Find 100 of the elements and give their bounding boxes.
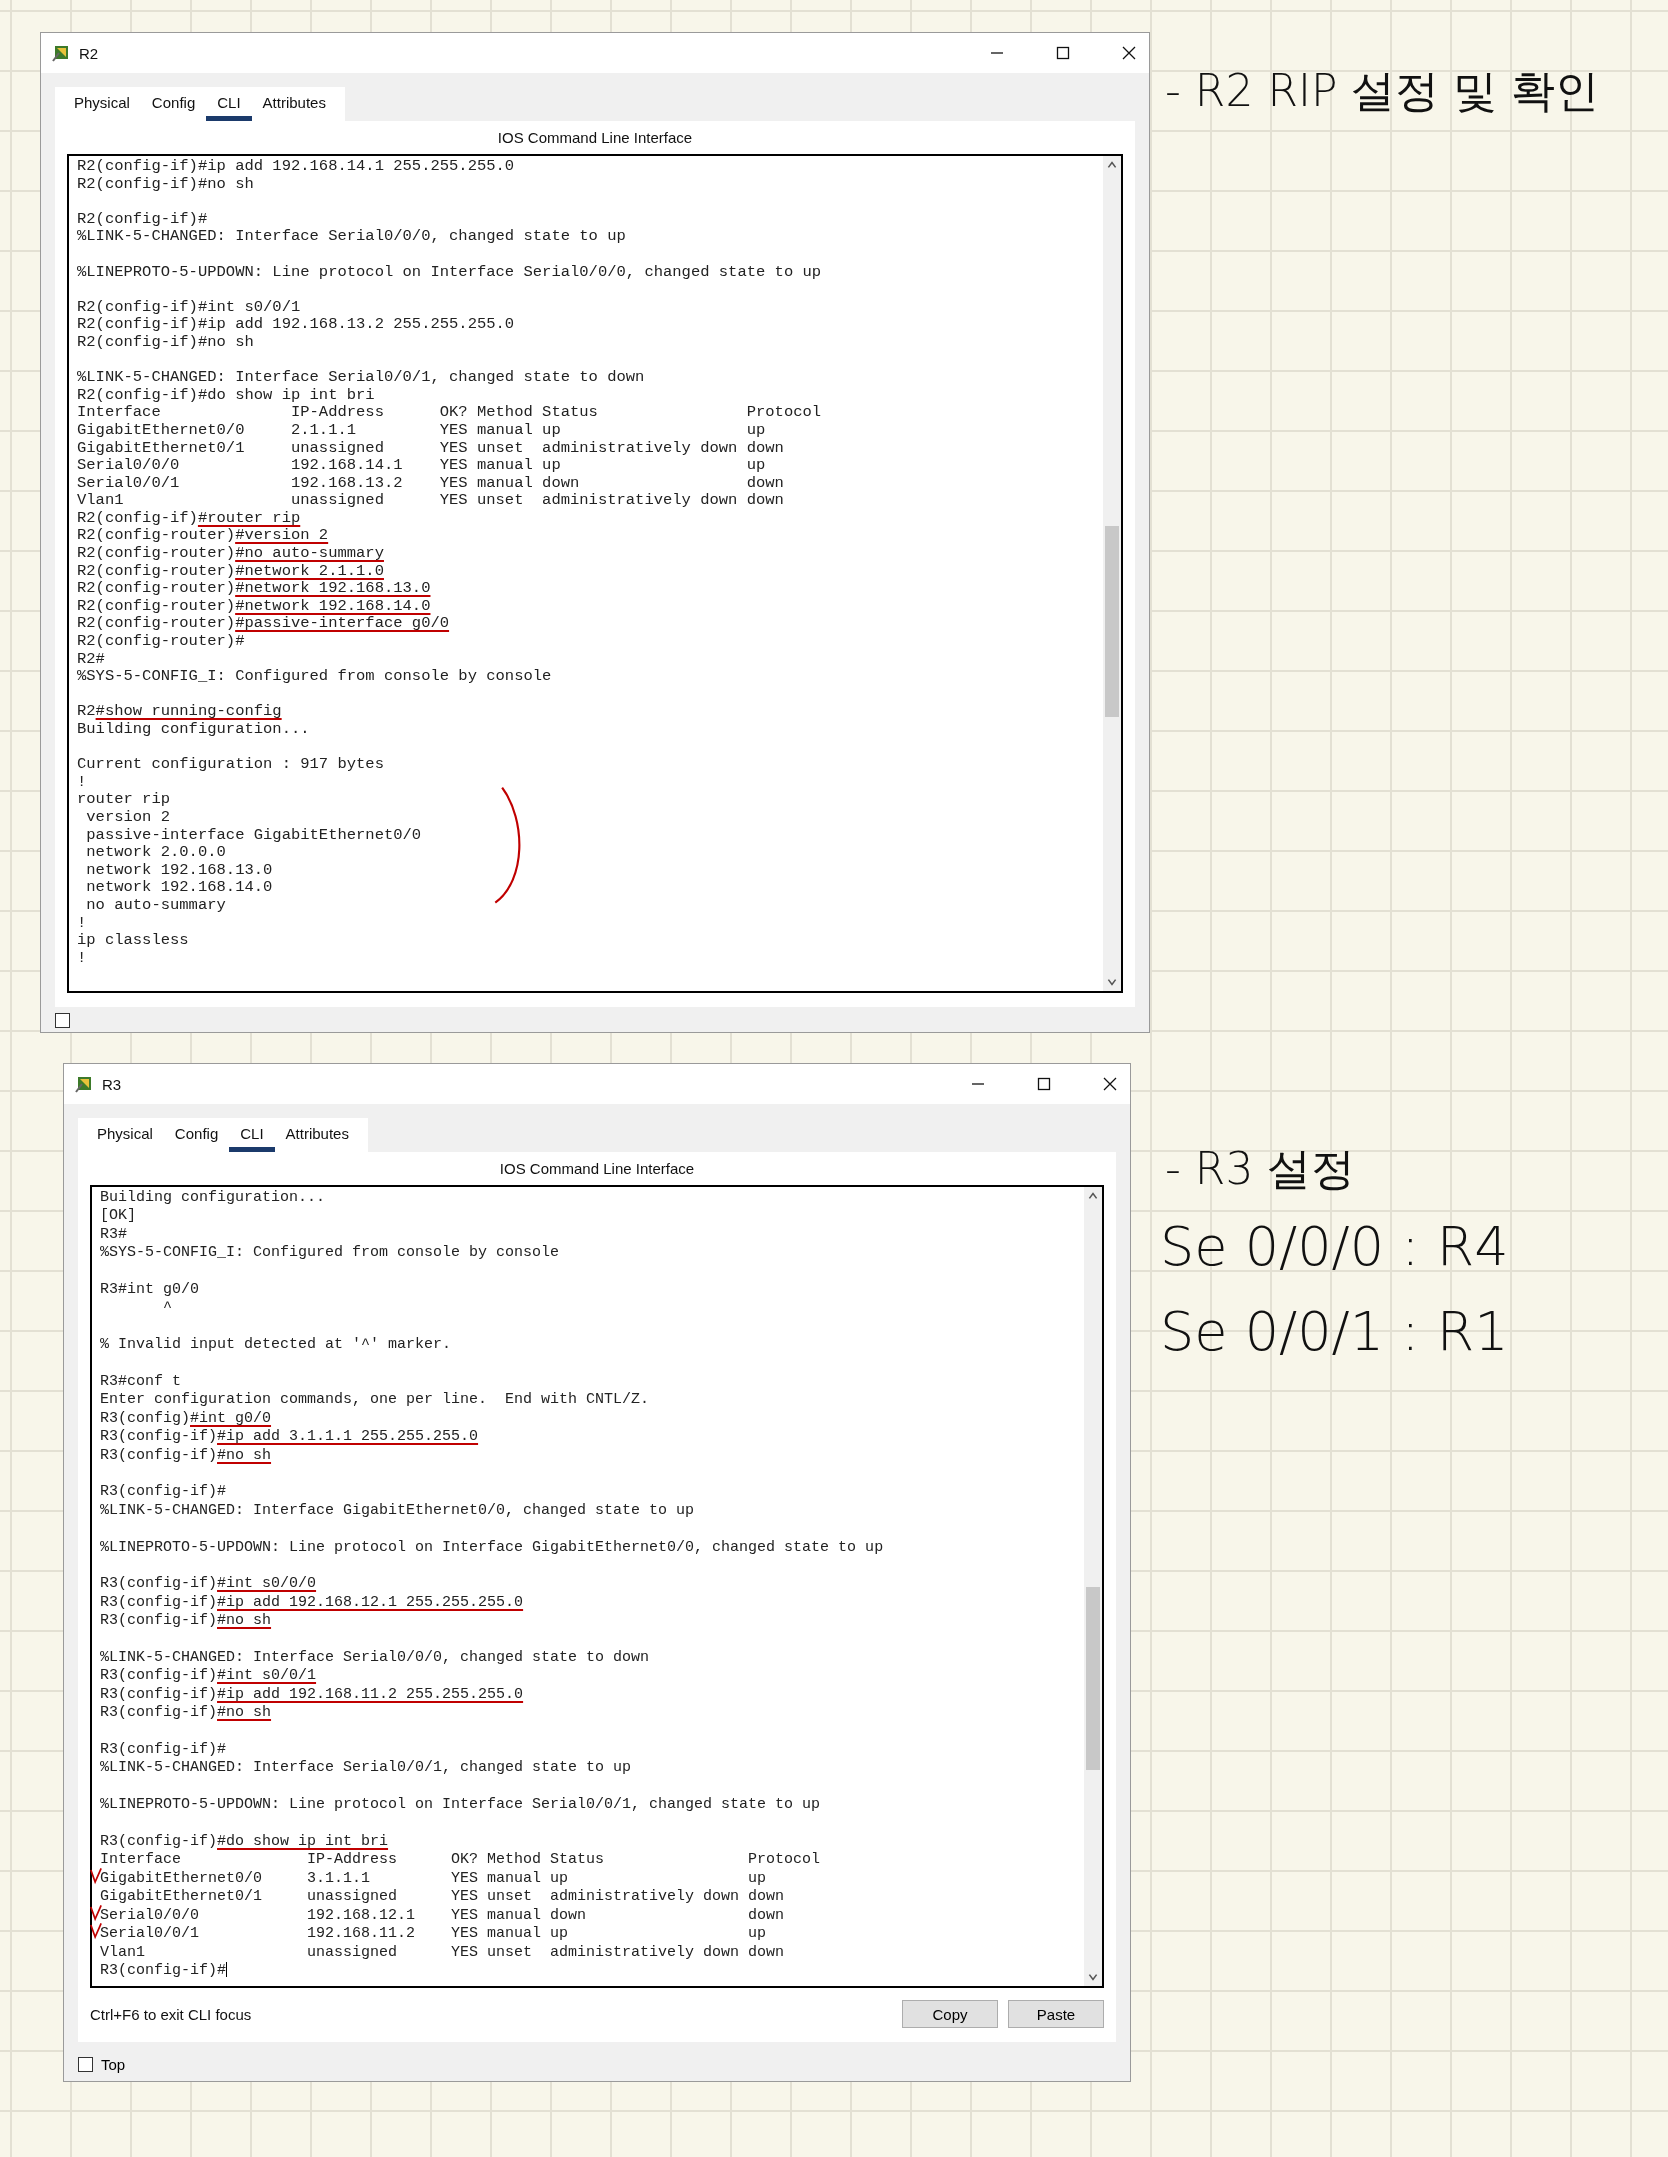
terminal-line: %LINK-5-CHANGED: Interface Serial0/0/1, changed state to down (77, 369, 646, 387)
checkbox[interactable] (78, 2057, 93, 2073)
terminal-line: R3#int g0/0 (100, 1281, 201, 1300)
terminal-line: Current configuration : 917 bytes (77, 756, 385, 774)
terminal-line: GigabitEthernet0/1 unassigned YES unset administratively down down (77, 439, 785, 458)
terminal-line: GigabitEthernet0/1 unassigned YES unset administratively down down (100, 1888, 786, 1907)
handwritten-note: Se 0/0/1 : R1 (1160, 1300, 1509, 1363)
terminal-line: R2(config-if)#router rip (77, 509, 302, 528)
scrollbar-thumb[interactable] (1105, 525, 1119, 718)
tab[interactable]: Attributes (274, 1118, 360, 1152)
handwritten-note: Se 0/0/0 : R4 (1160, 1215, 1509, 1278)
scrollbar-thumb[interactable] (1086, 1586, 1100, 1770)
terminal-line: % Invalid input detected at '^' marker. (100, 1336, 453, 1355)
terminal-line: %LINEPROTO-5-UPDOWN: Line protocol on Interface Serial0/0/1, changed state to up (100, 1796, 822, 1815)
terminal-line: Enter configuration commands, one per line. End with CNTL/Z. (100, 1391, 651, 1410)
panel-header: IOS Command Line Interface (498, 1160, 696, 1177)
terminal-line: network 192.168.14.0 (85, 879, 274, 897)
terminal-line: GigabitEthernet0/0 3.1.1.1 YES manual up up (100, 1869, 1078, 1889)
terminal-line: %LINK-5-CHANGED: Interface Serial0/0/0, changed state to up (77, 228, 627, 246)
terminal-line: R3(config-if)# (100, 1741, 228, 1760)
terminal-line: R3(config-if)#no sh (100, 1704, 273, 1723)
terminal-line: R2(config-router)#network 192.168.13.0 (77, 580, 432, 598)
terminal-line: passive-interface GigabitEthernet0/0 (85, 826, 423, 845)
terminal-line: R2(config-if)#int s0/0/1 (77, 298, 302, 317)
terminal-line: ! (77, 773, 88, 792)
terminal-line: R2(config-router)#passive-interface g0/0 (77, 615, 451, 634)
tick-mark (90, 1903, 102, 1922)
tab[interactable]: Physical (86, 1118, 164, 1152)
terminal-line: R2#show running-config (77, 703, 283, 721)
terminal-line: Vlan1 unassigned YES unset administratively down down (100, 1943, 786, 1962)
terminal-button[interactable]: Paste (1008, 2000, 1104, 2029)
terminal-line: Building configuration... (100, 1189, 327, 1208)
tab[interactable]: Config (163, 1118, 230, 1152)
terminal-line: %LINEPROTO-5-UPDOWN: Line protocol on Interface GigabitEthernet0/0, changed state to up (100, 1538, 885, 1558)
terminal-line: no auto-summary (85, 896, 227, 915)
terminal-line: R2(config-router)#version 2 (77, 527, 330, 546)
window-title: R2 (79, 44, 99, 62)
terminal-line: ! (77, 949, 88, 968)
tab[interactable]: Physical (63, 87, 141, 121)
terminal-line: Serial0/0/0 192.168.12.1 YES manual down down (100, 1906, 1078, 1926)
terminal-line: R3(config-if)#ip add 192.168.12.1 255.255.255.0 (100, 1593, 525, 1613)
handwritten-note: - R3 설정 (1165, 1142, 1356, 1196)
checkbox-label: Top (101, 2056, 126, 2074)
terminal-line: R3(config-if)#int s0/0/1 (100, 1667, 318, 1686)
terminal-button[interactable]: Copy (902, 2000, 998, 2029)
terminal-line: ^ (162, 1299, 173, 1318)
terminal-line: R3(config-if)# (100, 1483, 228, 1502)
terminal-line: R2(config-router)#network 2.1.1.0 (77, 562, 385, 581)
terminal-line: Serial0/0/1 192.168.11.2 YES manual up up (100, 1925, 1078, 1944)
router-icon (74, 1074, 94, 1094)
terminal-line: R3(config-if)#ip add 3.1.1.1 255.255.255.0 (100, 1428, 480, 1447)
checkbox[interactable] (55, 1012, 70, 1028)
router-icon (51, 43, 71, 63)
terminal-line: R2(config-if)# (77, 210, 209, 229)
terminal-line: network 192.168.13.0 (85, 861, 274, 880)
terminal-line: R2# (77, 650, 106, 669)
terminal-line: Interface IP-Address OK? Method Status Protocol (100, 1851, 822, 1870)
terminal-line: router rip (77, 791, 171, 809)
terminal-line: Serial0/0/0 192.168.14.1 YES manual up up (77, 457, 767, 475)
terminal-line: %LINK-5-CHANGED: Interface Serial0/0/1, changed state to up (100, 1759, 633, 1778)
terminal-line: R3(config-if)#ip add 192.168.11.2 255.255.255.0 (100, 1685, 525, 1705)
terminal-line: [OK] (100, 1207, 137, 1226)
tab[interactable]: Attributes (251, 87, 337, 121)
focus-hint: Ctrl+F6 to exit CLI focus (90, 2005, 252, 2023)
terminal-line: R2(config-router)#no auto-summary (77, 545, 385, 563)
terminal-line: R2(config-if)#do show ip int bri (77, 386, 376, 405)
terminal-line: ! (77, 914, 88, 933)
handwritten-note: - R2 RIP 설정 및 확인 (1165, 64, 1600, 118)
terminal-line: R2(config-if)#no sh (77, 333, 255, 352)
terminal-line: R2(config-if)#no sh (77, 175, 255, 194)
terminal-line: %LINK-5-CHANGED: Interface Serial0/0/0, changed state to down (100, 1649, 651, 1668)
tick-mark (90, 1922, 102, 1941)
terminal-line: version 2 (85, 808, 171, 827)
terminal-line: Interface IP-Address OK? Method Status Protocol (77, 404, 823, 422)
tab[interactable]: Config (140, 87, 207, 121)
terminal-line: network 2.0.0.0 (85, 844, 227, 862)
terminal-line: %LINK-5-CHANGED: Interface GigabitEthernet0/0, changed state to up (100, 1501, 696, 1521)
terminal-line: %LINEPROTO-5-UPDOWN: Line protocol on Interface Serial0/0/0, changed state to up (77, 263, 823, 282)
terminal-line: R3# (100, 1225, 128, 1245)
scrollbar[interactable] (1084, 1187, 1102, 1987)
terminal-line: R3(config-if)# (100, 1961, 229, 1981)
terminal-line: Vlan1 unassigned YES unset administratively down down (77, 492, 785, 510)
terminal-line: R3(config-if)#no sh (100, 1446, 273, 1466)
tick-mark (90, 1866, 102, 1885)
terminal-line: R3(config)#int g0/0 (100, 1409, 273, 1429)
terminal-line: R2(config-if)#ip add 192.168.14.1 255.255.255.0 (77, 158, 516, 176)
terminal-line: R3(config-if)#do show ip int bri (100, 1833, 390, 1852)
panel-header: IOS Command Line Interface (496, 129, 694, 146)
terminal-line: R2(config-router)# (77, 633, 246, 651)
terminal-line: R3(config-if)#int s0/0/0 (100, 1575, 318, 1594)
terminal-line: %SYS-5-CONFIG_I: Configured from console by console (100, 1244, 561, 1263)
terminal-line: GigabitEthernet0/0 2.1.1.1 YES manual up up (77, 421, 767, 440)
terminal-line: %SYS-5-CONFIG_I: Configured from console by console (77, 668, 553, 686)
terminal-line: ip classless (77, 932, 190, 950)
terminal-line: R2(config-if)#ip add 192.168.13.2 255.255.255.0 (77, 316, 516, 334)
scrollbar[interactable] (1103, 156, 1121, 991)
terminal-line: R3(config-if)#no sh (100, 1612, 273, 1631)
terminal-line: Building configuration... (77, 721, 311, 739)
terminal-line: R3#conf t (100, 1373, 182, 1392)
window-title: R3 (102, 1075, 122, 1093)
